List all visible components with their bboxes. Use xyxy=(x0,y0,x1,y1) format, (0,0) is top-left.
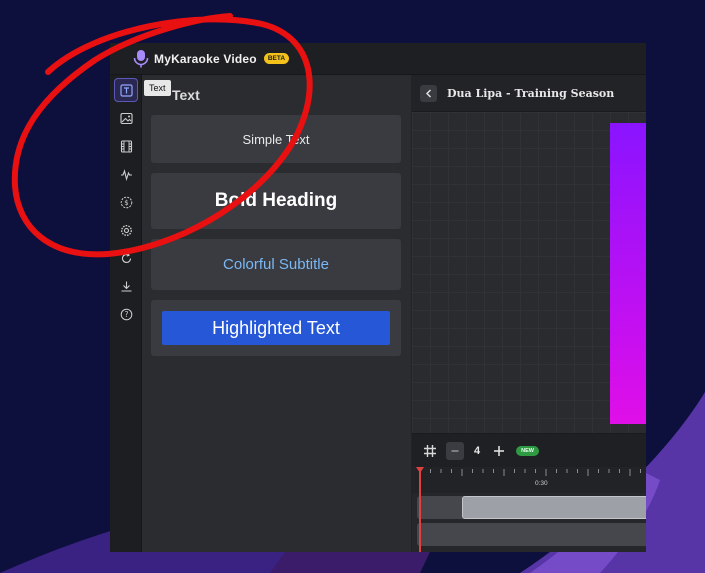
sidebar-item-pricing[interactable]: $ xyxy=(114,190,138,214)
zoom-in-button[interactable] xyxy=(492,444,506,458)
playhead-handle[interactable] xyxy=(416,467,424,473)
timeline-toolbar: 4 NEW xyxy=(412,433,646,467)
preset-highlighted-label: Highlighted Text xyxy=(162,311,390,345)
microphone-logo-icon xyxy=(130,48,152,70)
preset-bold-label: Bold Heading xyxy=(214,190,338,211)
text-icon xyxy=(119,83,133,97)
preset-colorful-subtitle[interactable]: Colorful Subtitle xyxy=(151,239,401,290)
ruler-ticks xyxy=(419,469,641,476)
plus-icon xyxy=(494,445,505,456)
minus-icon xyxy=(451,449,459,452)
sidebar-item-help[interactable]: ? xyxy=(114,302,138,326)
title-bar: MyKaraoke Video BETA xyxy=(110,43,646,75)
dollar-circle-icon: $ xyxy=(120,196,132,208)
video-preview[interactable] xyxy=(610,123,646,424)
song-title: Dua Lipa - Training Season xyxy=(447,86,615,100)
text-panel: Text Simple Text Bold Heading Colorful S… xyxy=(142,75,412,552)
chevron-left-icon xyxy=(425,89,431,97)
hash-icon xyxy=(424,444,436,457)
zoom-level: 4 xyxy=(474,444,481,457)
preset-simple-label: Simple Text xyxy=(242,131,310,147)
svg-text:$: $ xyxy=(124,199,128,207)
app-title: MyKaraoke Video xyxy=(154,51,257,66)
timeline-clip[interactable] xyxy=(462,496,646,519)
beta-badge: BETA xyxy=(263,53,290,64)
app-window: MyKaraoke Video BETA $ ? Text Simple Tex… xyxy=(110,43,646,552)
waveform-icon xyxy=(120,168,132,181)
grid-toggle-button[interactable] xyxy=(423,444,437,458)
sidebar-rail: $ ? xyxy=(110,75,142,552)
sidebar-item-settings[interactable] xyxy=(114,218,138,242)
editor-area: Dua Lipa - Training Season 4 NEW 0:30 xyxy=(412,75,646,552)
gear-icon xyxy=(120,224,132,236)
sidebar-item-text[interactable] xyxy=(114,78,138,102)
zoom-out-button[interactable] xyxy=(446,441,464,460)
refresh-icon xyxy=(121,252,131,263)
preset-highlighted-text[interactable]: Highlighted Text xyxy=(151,300,401,356)
timeline-ruler[interactable]: 0:30 xyxy=(412,467,646,493)
back-button[interactable] xyxy=(420,84,437,102)
download-icon xyxy=(121,281,131,292)
preset-colorful-label: Colorful Subtitle xyxy=(223,256,329,273)
sidebar-item-history[interactable] xyxy=(114,246,138,270)
film-icon xyxy=(120,139,132,153)
video-canvas[interactable] xyxy=(412,112,646,433)
playhead[interactable] xyxy=(419,469,421,552)
preset-simple-text[interactable]: Simple Text xyxy=(151,115,401,163)
preset-bold-heading[interactable]: Bold Heading xyxy=(151,173,401,229)
image-icon xyxy=(119,112,133,124)
sidebar-item-video[interactable] xyxy=(114,134,138,158)
timeline-track-2[interactable] xyxy=(417,523,646,546)
sidebar-tooltip: Text xyxy=(144,80,171,96)
panel-heading: Text xyxy=(172,87,200,103)
sidebar-item-image[interactable] xyxy=(114,106,138,130)
sidebar-item-audio[interactable] xyxy=(114,162,138,186)
editor-header: Dua Lipa - Training Season xyxy=(412,75,646,112)
ruler-label: 0:30 xyxy=(535,480,548,487)
svg-text:?: ? xyxy=(124,310,128,319)
help-icon: ? xyxy=(120,308,132,320)
new-badge: NEW xyxy=(516,445,539,456)
sidebar-item-download[interactable] xyxy=(114,274,138,298)
